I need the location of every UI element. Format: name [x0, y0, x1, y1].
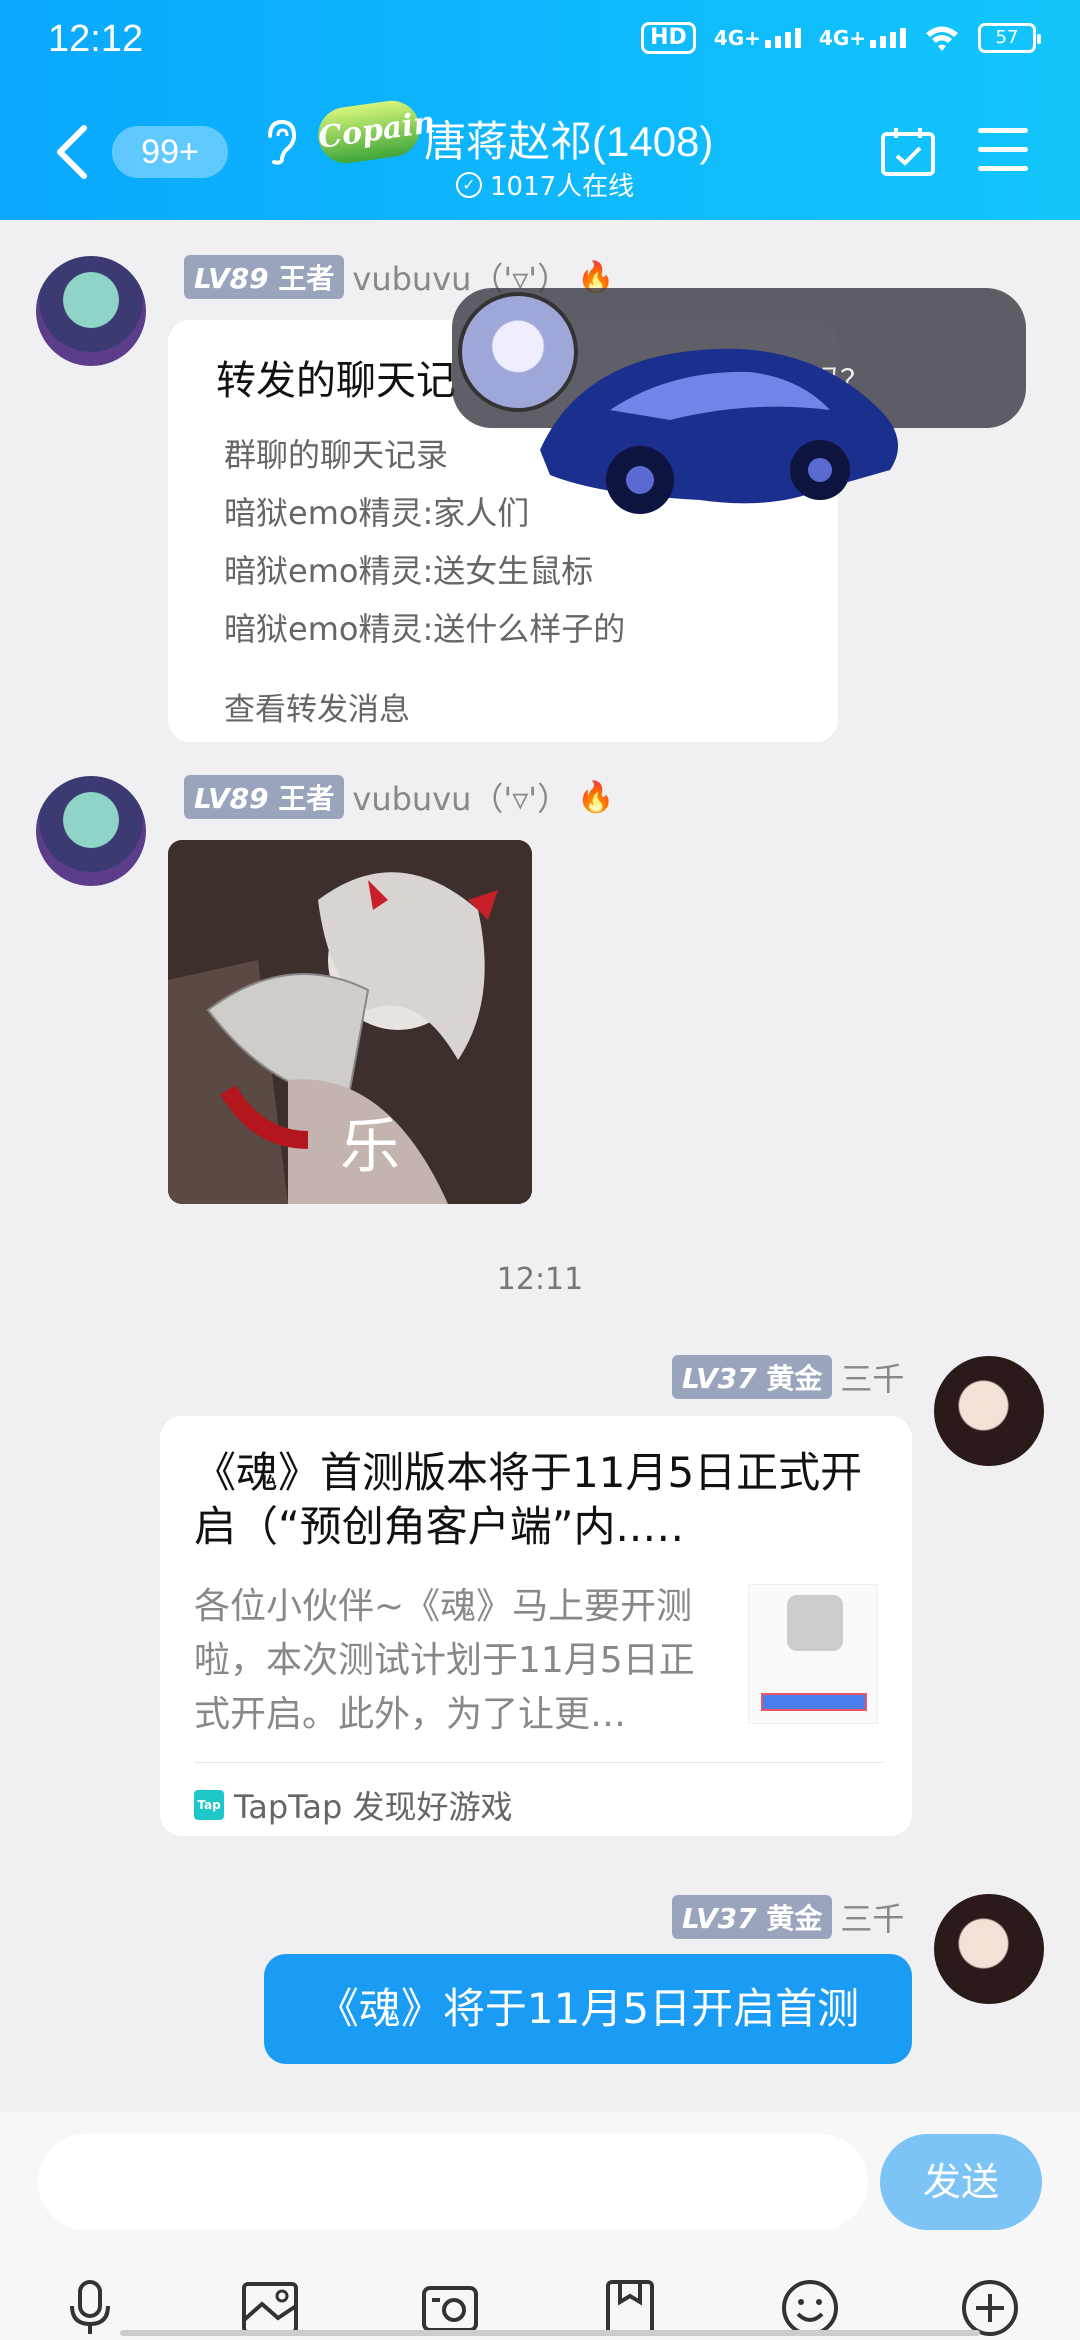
forward-line: 群聊的聊天记录 [224, 436, 449, 474]
signal-icon [764, 28, 801, 48]
time-separator: 12:11 [496, 1262, 584, 1297]
check-circle-icon: ✓ [456, 171, 482, 198]
back-arrow-icon[interactable] [54, 124, 90, 180]
fire-icon: 🔥 [577, 779, 615, 815]
sender-meta: LV37 黄金 三千 [672, 1354, 904, 1400]
status-bar: 12:12 HD 4G+ 4G+ 57 [0, 0, 1080, 84]
forward-line: 暗狱emo精灵:家人们 [224, 494, 530, 532]
image-overlay-text: 乐 [340, 1112, 400, 1182]
level-badge: LV89 王者 [184, 255, 345, 299]
status-time: 12:12 [48, 18, 144, 60]
view-forward-link[interactable]: 查看转发消息 [224, 684, 410, 729]
wifi-icon [926, 26, 958, 51]
sender-meta: LV89 王者 vubuvu（'▿'） 🔥 [184, 774, 614, 820]
car-sticker [540, 348, 898, 514]
forward-line: 暗狱emo精灵:送什么样子的 [224, 610, 626, 648]
signal-1: 4G+ [714, 26, 801, 50]
chat-header: 12:12 HD 4G+ 4G+ 57 99+ Copain 唐蒋赵祁(1408… [0, 0, 1080, 220]
group-title[interactable]: 唐蒋赵祁(1408) [424, 108, 713, 169]
link-thumbnail [748, 1584, 878, 1724]
input-bar: 发送 [0, 2112, 1080, 2340]
sender-name[interactable]: vubuvu（'▿'） [352, 774, 569, 820]
message-input[interactable] [38, 2134, 868, 2230]
text-message-bubble[interactable]: 《魂》将于11月5日开启首测 [264, 1954, 912, 2064]
battery-icon: 57 [978, 23, 1041, 53]
taptap-icon: Tap [194, 1790, 224, 1820]
ear-icon[interactable] [262, 118, 298, 166]
link-share-card[interactable]: 《魂》首测版本将于11月5日正式开启（“预创角客户端”内..… 各位小伙伴~《魂… [160, 1416, 912, 1836]
avatar[interactable] [36, 776, 146, 886]
signal-2: 4G+ [819, 26, 906, 50]
link-title: 《魂》首测版本将于11月5日正式开启（“预创角客户端”内..… [194, 1448, 863, 1551]
level-badge: LV37 黄金 [672, 1355, 833, 1399]
hd-icon: HD [641, 22, 696, 54]
online-status: ✓ 1017人在线 [456, 166, 634, 203]
avatar[interactable] [934, 1894, 1044, 2004]
status-icons: HD 4G+ 4G+ 57 [641, 22, 1041, 54]
mic-icon[interactable] [58, 2276, 122, 2340]
level-badge: LV37 黄金 [672, 1895, 833, 1939]
level-badge: LV89 王者 [184, 775, 345, 819]
avatar[interactable] [36, 256, 146, 366]
scroll-indicator [120, 2330, 980, 2336]
avatar[interactable] [934, 1356, 1044, 1466]
sender-name[interactable]: 三千 [840, 1894, 904, 1940]
send-button[interactable]: 发送 [880, 2134, 1042, 2230]
sender-meta: LV37 黄金 三千 [672, 1894, 904, 1940]
forward-line: 暗狱emo精灵:送女生鼠标 [224, 552, 594, 590]
menu-icon[interactable] [978, 128, 1028, 174]
calendar-check-icon[interactable] [880, 126, 936, 178]
group-logo: Copain [314, 97, 437, 167]
link-source: Tap TapTap 发现好游戏 [194, 1782, 513, 1828]
forward-title: 转发的聊天记 [216, 358, 456, 404]
divider [194, 1762, 884, 1763]
unread-badge[interactable]: 99+ [112, 126, 228, 178]
signal-icon [870, 28, 906, 48]
sender-name[interactable]: 三千 [840, 1354, 904, 1400]
link-description: 各位小伙伴~《魂》马上要开测啦，本次测试计划于11月5日正式开启。此外，为了让更… [194, 1586, 695, 1735]
